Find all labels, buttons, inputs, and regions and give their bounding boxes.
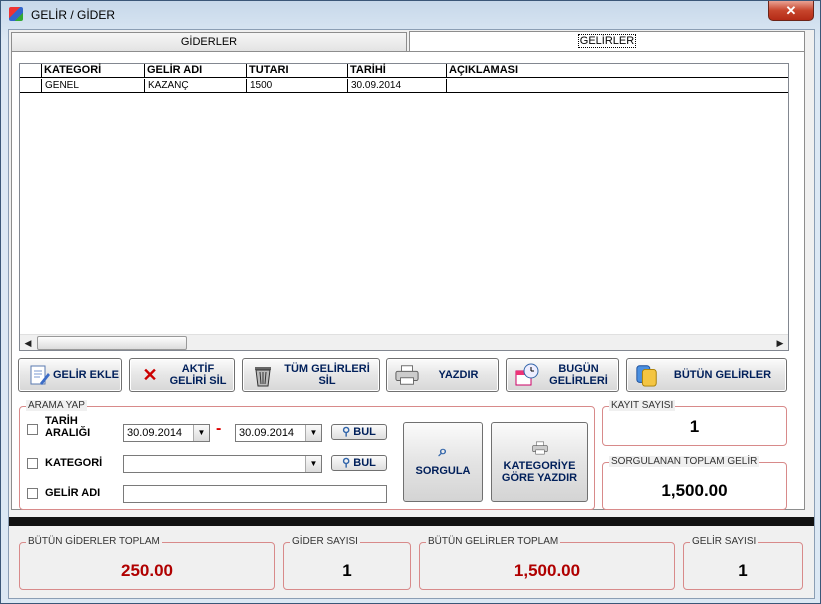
printer-icon xyxy=(492,441,587,458)
cell-tarihi[interactable]: 30.09.2014 xyxy=(347,79,446,93)
column-header-tutari[interactable]: TUTARI xyxy=(246,64,347,78)
row-header[interactable] xyxy=(20,79,41,93)
kategori-checkbox[interactable] xyxy=(27,458,38,469)
kategoriye-gore-yazdir-label: KATEGORİYE GÖRE YAZDIR xyxy=(501,460,578,484)
date-to-picker[interactable]: 30.09.2014 ▼ xyxy=(235,424,322,442)
bul-label: BUL xyxy=(353,426,376,438)
scroll-right-icon[interactable]: ▶ xyxy=(772,335,788,351)
kategori-label: KATEGORİ xyxy=(45,457,103,469)
gelir-adi-checkbox[interactable] xyxy=(27,488,38,499)
sorgula-label: SORGULA xyxy=(415,465,471,477)
yazdir-button[interactable]: YAZDIR xyxy=(386,358,499,392)
document-edit-icon xyxy=(27,363,51,387)
tum-gelirleri-sil-label: TÜM GELİRLERİ SİL xyxy=(284,363,370,387)
column-header-kategori[interactable]: KATEGORİ xyxy=(41,64,144,78)
gider-sayisi-title: GİDER SAYISI xyxy=(290,536,360,547)
tab-gelirler[interactable]: GELİRLER xyxy=(409,31,805,53)
butun-giderler-toplam-value: 250.00 xyxy=(121,561,173,580)
tab-giderler[interactable]: GİDERLER xyxy=(11,32,407,52)
kategori-select[interactable]: ▼ xyxy=(123,455,322,473)
delete-x-icon: ✕ xyxy=(142,364,158,385)
gelir-sayisi-value: 1 xyxy=(738,561,748,580)
cell-aciklamasi[interactable] xyxy=(446,79,788,93)
query-icon: ⌕ xyxy=(438,443,448,460)
sorgula-button[interactable]: ⌕ SORGULA xyxy=(403,422,483,502)
tarih-araligi-label: TARİH ARALIĞI xyxy=(45,415,91,439)
sorgulanan-toplam-gelir-box: SORGULANAN TOPLAM GELİR 1,500.00 xyxy=(602,456,787,510)
trash-bin-icon xyxy=(251,363,275,387)
kayit-sayisi-box: KAYIT SAYISI 1 xyxy=(602,400,787,446)
separator-bar xyxy=(9,517,814,526)
app-icon xyxy=(9,7,23,21)
app-window: GELİR / GİDER ✕ GİDERLER GELİRLER KATEGO… xyxy=(0,0,821,604)
sorgulanan-toplam-gelir-title: SORGULANAN TOPLAM GELİR xyxy=(609,456,760,467)
horizontal-scrollbar[interactable]: ◀ ▶ xyxy=(20,334,788,350)
gelir-sayisi-box: GELİR SAYISI 1 xyxy=(683,536,803,590)
chevron-down-icon[interactable]: ▼ xyxy=(305,456,321,472)
yazdir-label: YAZDIR xyxy=(438,369,479,381)
kategoriye-gore-yazdir-button[interactable]: KATEGORİYE GÖRE YAZDIR xyxy=(491,422,588,502)
butun-giderler-toplam-title: BÜTÜN GİDERLER TOPLAM xyxy=(26,536,162,547)
gelir-adi-label: GELİR ADI xyxy=(45,487,101,499)
column-header-gelir-adi[interactable]: GELİR ADI xyxy=(144,64,246,78)
gelir-sayisi-title: GELİR SAYISI xyxy=(690,536,759,547)
printer-icon xyxy=(395,363,419,387)
bugun-gelirleri-label: BUGÜN GELİRLERİ xyxy=(549,363,608,387)
butun-gelirler-toplam-value: 1,500.00 xyxy=(513,561,581,580)
window-title: GELİR / GİDER xyxy=(31,8,116,22)
gelir-ekle-button[interactable]: GELİR EKLE xyxy=(18,358,122,392)
kayit-sayisi-title: KAYIT SAYISI xyxy=(609,400,676,411)
title-bar[interactable]: GELİR / GİDER ✕ xyxy=(1,1,820,29)
cell-tutari[interactable]: 1500 xyxy=(246,79,347,93)
gelir-adi-input[interactable] xyxy=(123,485,387,503)
column-header-tarihi[interactable]: TARİHİ xyxy=(347,64,446,78)
bul-kategori-button[interactable]: ⚲ BUL xyxy=(331,455,387,471)
butun-gelirler-label: BÜTÜN GELİRLER xyxy=(673,369,772,381)
butun-gelirler-toplam-title: BÜTÜN GELİRLER TOPLAM xyxy=(426,536,561,547)
grid-header: KATEGORİ GELİR ADI TUTARI TARİHİ AÇIKLAM… xyxy=(20,64,788,78)
column-header-aciklamasi[interactable]: AÇIKLAMASI xyxy=(446,64,788,78)
butun-gelirler-toplam-box: BÜTÜN GELİRLER TOPLAM 1,500.00 xyxy=(419,536,675,590)
tab-strip: GİDERLER GELİRLER xyxy=(11,31,806,53)
kayit-sayisi-value: 1 xyxy=(689,417,700,436)
aktif-geliri-sil-label: AKTİF GELİRİ SİL xyxy=(169,363,227,387)
date-range-dash: - xyxy=(216,420,222,437)
bul-label: BUL xyxy=(353,457,376,469)
calendar-clock-icon xyxy=(515,363,539,387)
sorgulanan-toplam-gelir-value: 1,500.00 xyxy=(661,481,728,500)
date-from-picker[interactable]: 30.09.2014 ▼ xyxy=(123,424,210,442)
bul-date-button[interactable]: ⚲ BUL xyxy=(331,424,387,440)
search-icon: ⚲ xyxy=(342,457,351,469)
row-header-corner xyxy=(20,64,41,78)
tarih-araligi-checkbox[interactable] xyxy=(27,424,38,435)
butun-gelirler-button[interactable]: BÜTÜN GELİRLER xyxy=(626,358,787,392)
search-icon: ⚲ xyxy=(342,426,351,438)
aktif-geliri-sil-button[interactable]: ✕ AKTİF GELİRİ SİL xyxy=(129,358,235,392)
chevron-down-icon[interactable]: ▼ xyxy=(305,425,321,441)
folders-icon xyxy=(635,363,659,387)
gelir-ekle-label: GELİR EKLE xyxy=(52,369,119,381)
tab-gelirler-label: GELİRLER xyxy=(577,34,637,48)
table-row[interactable]: GENEL KAZANÇ 1500 30.09.2014 xyxy=(20,79,788,93)
date-from-value: 30.09.2014 xyxy=(127,427,183,439)
data-grid[interactable]: KATEGORİ GELİR ADI TUTARI TARİHİ AÇIKLAM… xyxy=(19,63,789,351)
close-button[interactable]: ✕ xyxy=(768,1,814,21)
date-to-value: 30.09.2014 xyxy=(239,427,295,439)
scroll-left-icon[interactable]: ◀ xyxy=(20,335,36,351)
gider-sayisi-value: 1 xyxy=(342,561,352,580)
gider-sayisi-box: GİDER SAYISI 1 xyxy=(283,536,411,590)
butun-giderler-toplam-box: BÜTÜN GİDERLER TOPLAM 250.00 xyxy=(19,536,275,590)
tum-gelirleri-sil-button[interactable]: TÜM GELİRLERİ SİL xyxy=(242,358,380,392)
cell-kategori[interactable]: GENEL xyxy=(41,79,144,93)
scroll-thumb[interactable] xyxy=(37,336,187,350)
bugun-gelirleri-button[interactable]: BUGÜN GELİRLERİ xyxy=(506,358,619,392)
arama-yap-group: ARAMA YAP TARİH ARALIĞI 30.09.2014 ▼ - 3… xyxy=(19,400,595,510)
client-area: GİDERLER GELİRLER KATEGORİ GELİR ADI TUT… xyxy=(8,29,815,599)
cell-gelir-adi[interactable]: KAZANÇ xyxy=(144,79,246,93)
arama-yap-title: ARAMA YAP xyxy=(26,400,87,411)
chevron-down-icon[interactable]: ▼ xyxy=(193,425,209,441)
